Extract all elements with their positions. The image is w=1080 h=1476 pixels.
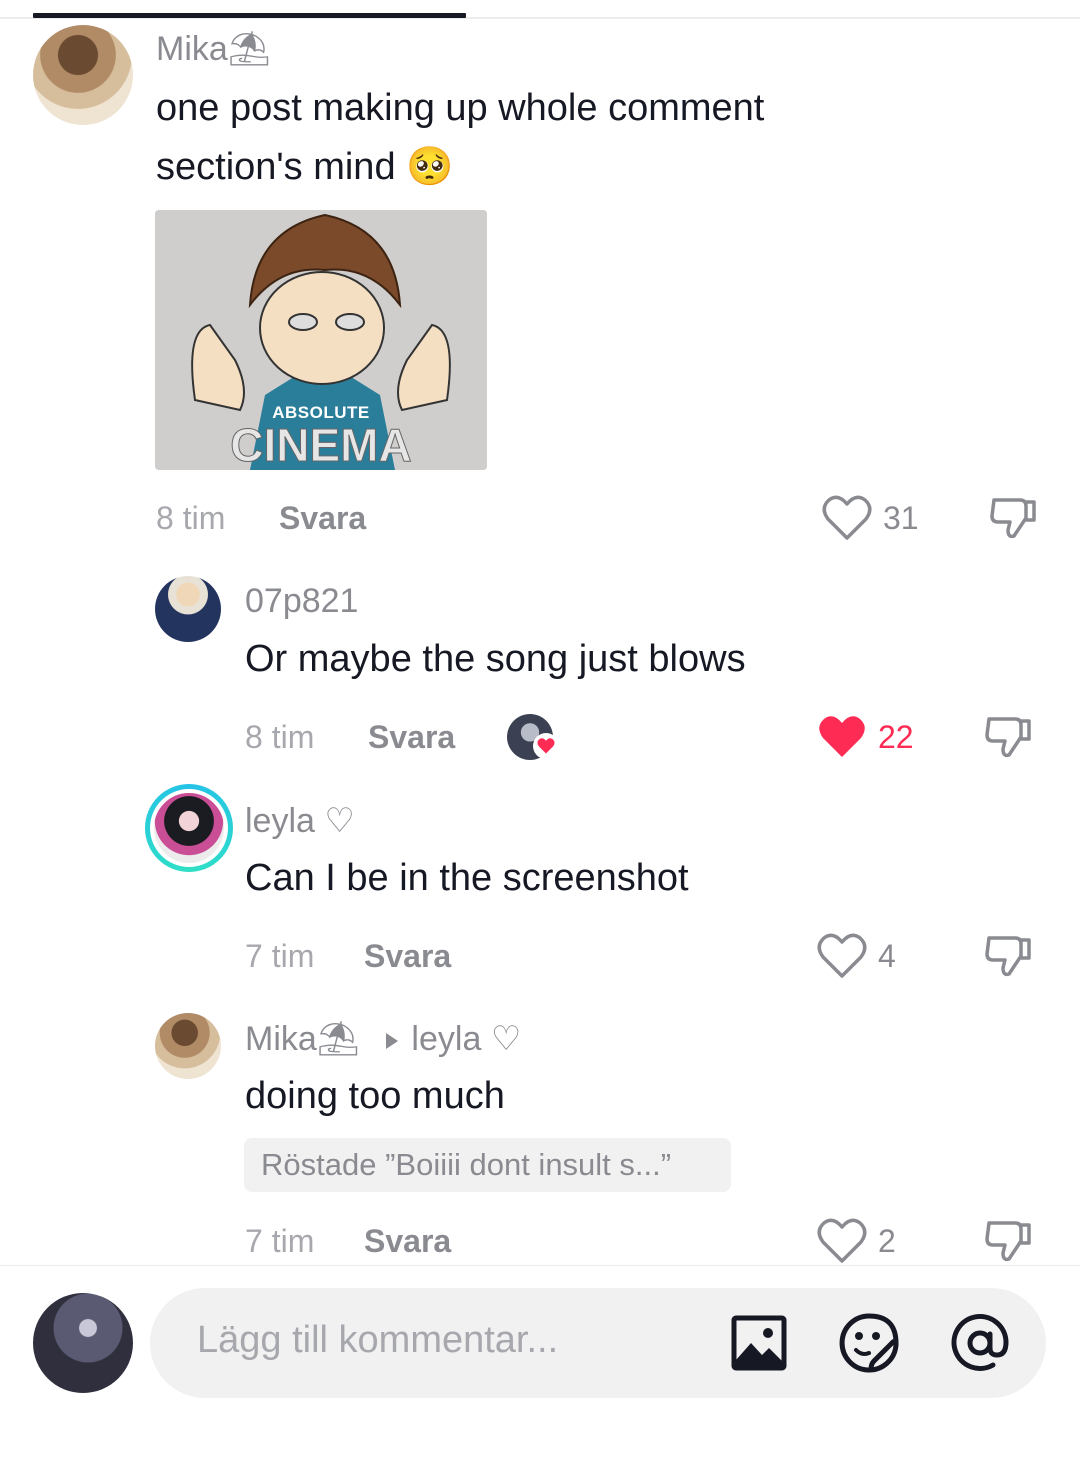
sticker-icon[interactable] [838, 1312, 900, 1374]
image-icon[interactable] [731, 1315, 787, 1371]
reply-arrow-icon [386, 1033, 399, 1050]
like-count: 22 [878, 719, 914, 755]
comment-text: Or maybe the song just blows [245, 638, 746, 680]
comment-time: 7 tim [245, 938, 315, 974]
reply-button[interactable]: Svara [364, 938, 451, 975]
comment-gif[interactable]: ABSOLUTE CINEMA [155, 210, 487, 470]
heart-icon[interactable] [817, 1217, 867, 1265]
heart-filled-icon[interactable] [817, 713, 867, 761]
username[interactable]: 07p821 [245, 582, 358, 621]
like-count: 4 [878, 938, 896, 974]
mention-icon[interactable] [949, 1312, 1011, 1374]
reply-button[interactable]: Svara [279, 500, 366, 537]
like-count: 2 [878, 1223, 896, 1259]
heart-icon[interactable] [817, 932, 867, 980]
gif-caption-big: CINEMA [230, 419, 412, 471]
username[interactable]: leyla ♡ [245, 801, 355, 841]
dislike-icon[interactable] [983, 1217, 1033, 1265]
username[interactable]: Mika⛱ leyla ♡ [245, 1019, 521, 1059]
progress-indicator [33, 13, 466, 18]
dislike-icon[interactable] [988, 494, 1038, 542]
comment-time: 8 tim [156, 500, 226, 536]
username[interactable]: Mika⛱ [156, 29, 271, 69]
dislike-icon[interactable] [983, 932, 1033, 980]
creator-heart-icon [533, 733, 559, 759]
avatar[interactable] [33, 25, 133, 125]
comment-text: doing too much [245, 1075, 505, 1117]
comment-text: one post making up whole comment section… [156, 87, 765, 188]
reply-button[interactable]: Svara [368, 719, 455, 756]
comment-time: 8 tim [245, 719, 315, 755]
comment-time: 7 tim [245, 1223, 315, 1259]
dislike-icon[interactable] [983, 713, 1033, 761]
avatar[interactable] [155, 576, 221, 642]
avatar[interactable] [155, 1013, 221, 1079]
heart-icon[interactable] [822, 494, 872, 542]
reply-button[interactable]: Svara [364, 1223, 451, 1260]
vote-chip[interactable]: Röstade ”Boiiii dont insult s...” [244, 1138, 731, 1192]
like-count: 31 [883, 500, 919, 536]
avatar-with-story-ring[interactable] [145, 784, 233, 872]
current-user-avatar [33, 1293, 133, 1393]
comment-text: Can I be in the screenshot [245, 857, 689, 899]
comment-input-placeholder[interactable]: Lägg till kommentar... [197, 1319, 558, 1362]
